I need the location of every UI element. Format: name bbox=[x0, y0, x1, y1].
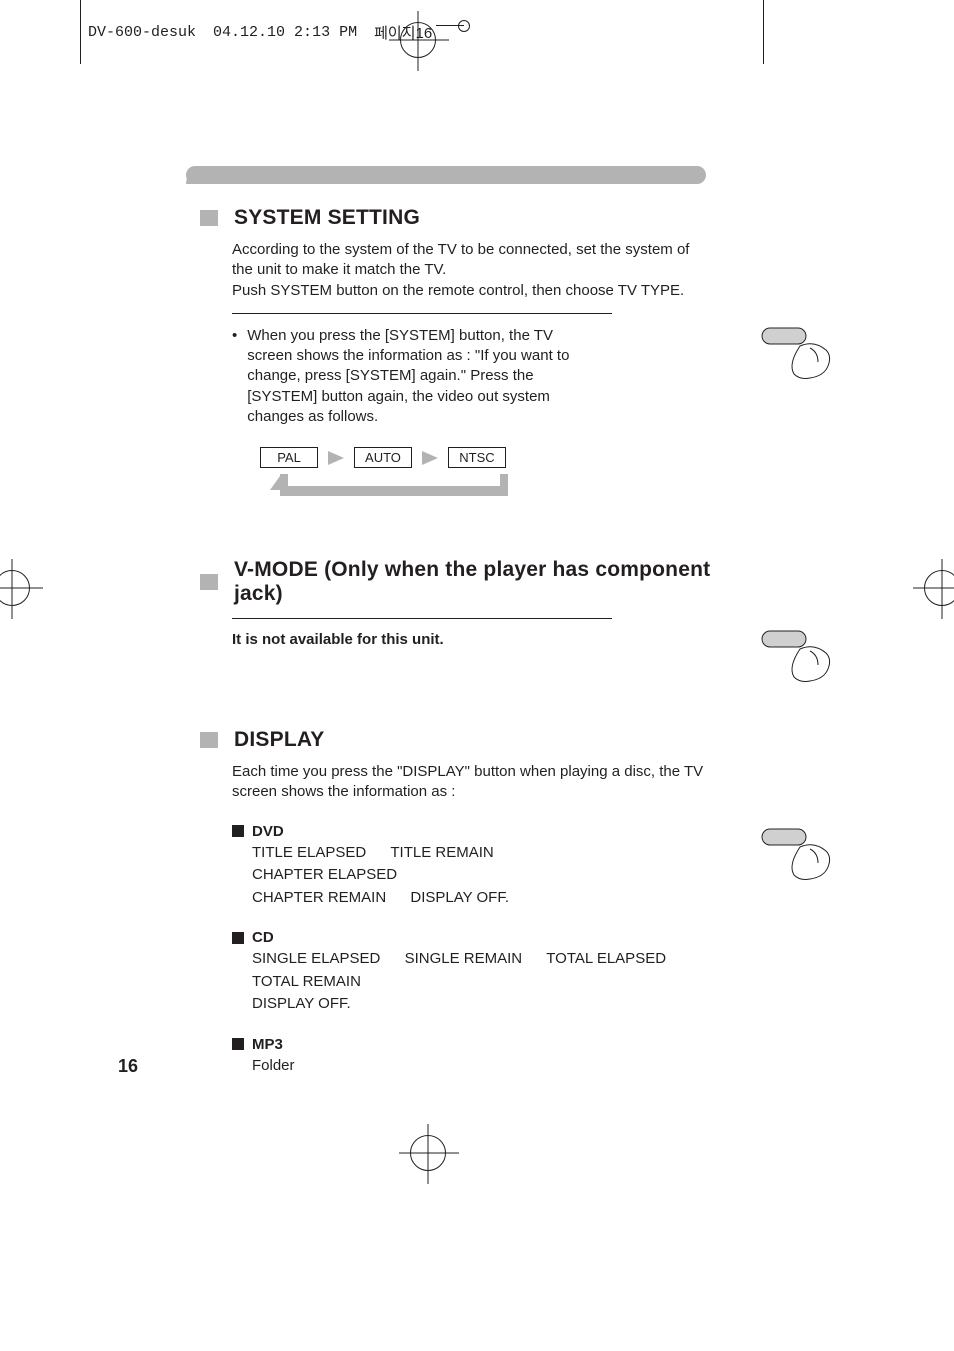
subheading-label: CD bbox=[252, 929, 274, 946]
bullet-item: • When you press the [SYSTEM] button, th… bbox=[232, 326, 582, 427]
subheading-mp3: MP3 bbox=[232, 1036, 746, 1053]
arrow-right-icon bbox=[422, 451, 438, 465]
bullet-text: When you press the [SYSTEM] button, the … bbox=[247, 326, 582, 427]
value-chapter-elapsed: CHAPTER ELAPSED bbox=[252, 864, 397, 887]
print-header: DV-600-desuk 04.12.10 2:13 PM 페이지16 bbox=[88, 22, 464, 43]
value-display-off: DISPLAY OFF. bbox=[410, 887, 509, 910]
remote-hand-icon bbox=[760, 629, 840, 694]
value-single-elapsed: SINGLE ELAPSED bbox=[252, 948, 380, 971]
remote-hand-icon bbox=[760, 326, 840, 391]
value-single-remain: SINGLE REMAIN bbox=[405, 948, 523, 971]
remote-hand-icon bbox=[760, 827, 840, 892]
square-bullet-icon bbox=[200, 210, 218, 226]
print-timestamp: 04.12.10 2:13 PM bbox=[213, 24, 357, 41]
note-text: It is not available for this unit. bbox=[232, 631, 746, 648]
cd-values: SINGLE ELAPSED SINGLE REMAIN TOTAL ELAPS… bbox=[252, 948, 746, 1016]
section-paragraph: Each time you press the "DISPLAY" button… bbox=[232, 762, 712, 803]
print-page-suffix: 페이지16 bbox=[374, 22, 432, 43]
arrow-right-icon bbox=[328, 451, 344, 465]
value-title-elapsed: TITLE ELAPSED bbox=[252, 842, 366, 865]
separator-line bbox=[232, 313, 612, 314]
mp3-values: Folder bbox=[252, 1055, 672, 1078]
page-content: SYSTEM SETTING According to the system o… bbox=[186, 166, 746, 1077]
feedback-arrow-bar bbox=[260, 474, 508, 502]
square-bullet-small-icon bbox=[232, 825, 244, 837]
subheading-dvd: DVD bbox=[232, 823, 746, 840]
registration-mark-icon bbox=[0, 570, 30, 606]
square-bullet-small-icon bbox=[232, 932, 244, 944]
decorative-header-bar bbox=[186, 166, 706, 184]
subheading-label: MP3 bbox=[252, 1036, 283, 1053]
section-title: V-MODE (Only when the player has compone… bbox=[234, 558, 746, 606]
section-heading-system: SYSTEM SETTING bbox=[186, 206, 746, 230]
subheading-label: DVD bbox=[252, 823, 284, 840]
dvd-values: TITLE ELAPSED TITLE REMAIN CHAPTER ELAPS… bbox=[252, 842, 672, 910]
registration-mark-icon bbox=[410, 1135, 446, 1171]
flow-box-ntsc: NTSC bbox=[448, 447, 506, 468]
value-title-remain: TITLE REMAIN bbox=[390, 842, 493, 865]
section-heading-vmode: V-MODE (Only when the player has compone… bbox=[186, 558, 746, 606]
value-chapter-remain: CHAPTER REMAIN bbox=[252, 887, 386, 910]
print-line-icon bbox=[436, 25, 464, 41]
registration-mark-icon bbox=[924, 570, 954, 606]
flow-box-pal: PAL bbox=[260, 447, 318, 468]
crop-mark bbox=[763, 0, 764, 64]
section-paragraph: According to the system of the TV to be … bbox=[232, 240, 712, 301]
system-flow-diagram: PAL AUTO NTSC bbox=[260, 447, 520, 502]
flow-box-auto: AUTO bbox=[354, 447, 412, 468]
value-total-elapsed: TOTAL ELAPSED bbox=[546, 948, 666, 971]
separator-line bbox=[232, 618, 612, 619]
section-title: SYSTEM SETTING bbox=[234, 206, 420, 230]
section-title: DISPLAY bbox=[234, 728, 325, 752]
page-number: 16 bbox=[118, 1056, 138, 1077]
print-filename: DV-600-desuk bbox=[88, 24, 196, 41]
value-total-remain: TOTAL REMAIN bbox=[252, 971, 361, 994]
subheading-cd: CD bbox=[232, 929, 746, 946]
square-bullet-small-icon bbox=[232, 1038, 244, 1050]
square-bullet-icon bbox=[200, 732, 218, 748]
crop-mark bbox=[80, 0, 81, 64]
bullet-dot-icon: • bbox=[232, 326, 237, 427]
value-display-off: DISPLAY OFF. bbox=[252, 993, 351, 1016]
square-bullet-icon bbox=[200, 574, 218, 590]
section-heading-display: DISPLAY bbox=[186, 728, 746, 752]
